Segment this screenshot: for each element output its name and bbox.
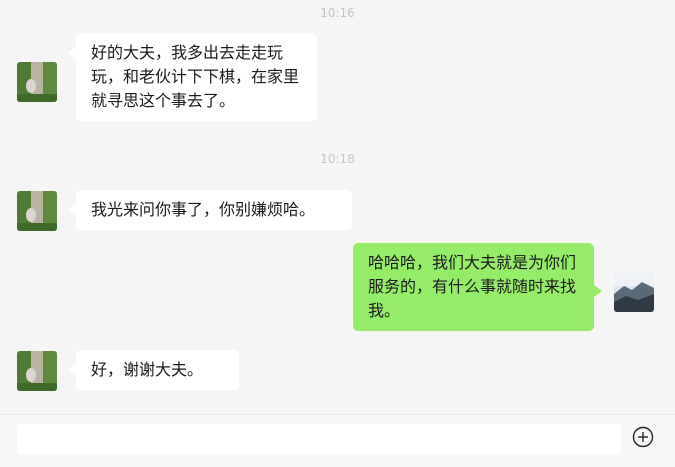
message-bubble-incoming: 好的大夫，我多出去走走玩玩，和老伙计下下棋，在家里就寻思这个事去了。 [68,33,317,121]
user-avatar[interactable] [614,272,654,312]
composer-bar [0,414,675,467]
message-bubble-incoming: 我光来问你事了，你别嫌烦哈。 [68,190,352,230]
timestamp: 10:18 [320,152,355,166]
contact-avatar[interactable] [17,62,57,102]
plus-circle-icon[interactable] [632,426,654,448]
message-bubble-incoming: 好，谢谢大夫。 [68,350,239,390]
contact-avatar[interactable] [17,351,57,391]
chat-area: 10:16 好的大夫，我多出去走走玩玩，和老伙计下下棋，在家里就寻思这个事去了。… [0,0,675,414]
message-bubble-outgoing: 哈哈哈，我们大夫就是为你们服务的，有什么事就随时来找我。 [353,243,602,331]
message-input[interactable] [17,424,621,454]
timestamp: 10:16 [320,6,355,20]
contact-avatar[interactable] [17,191,57,231]
